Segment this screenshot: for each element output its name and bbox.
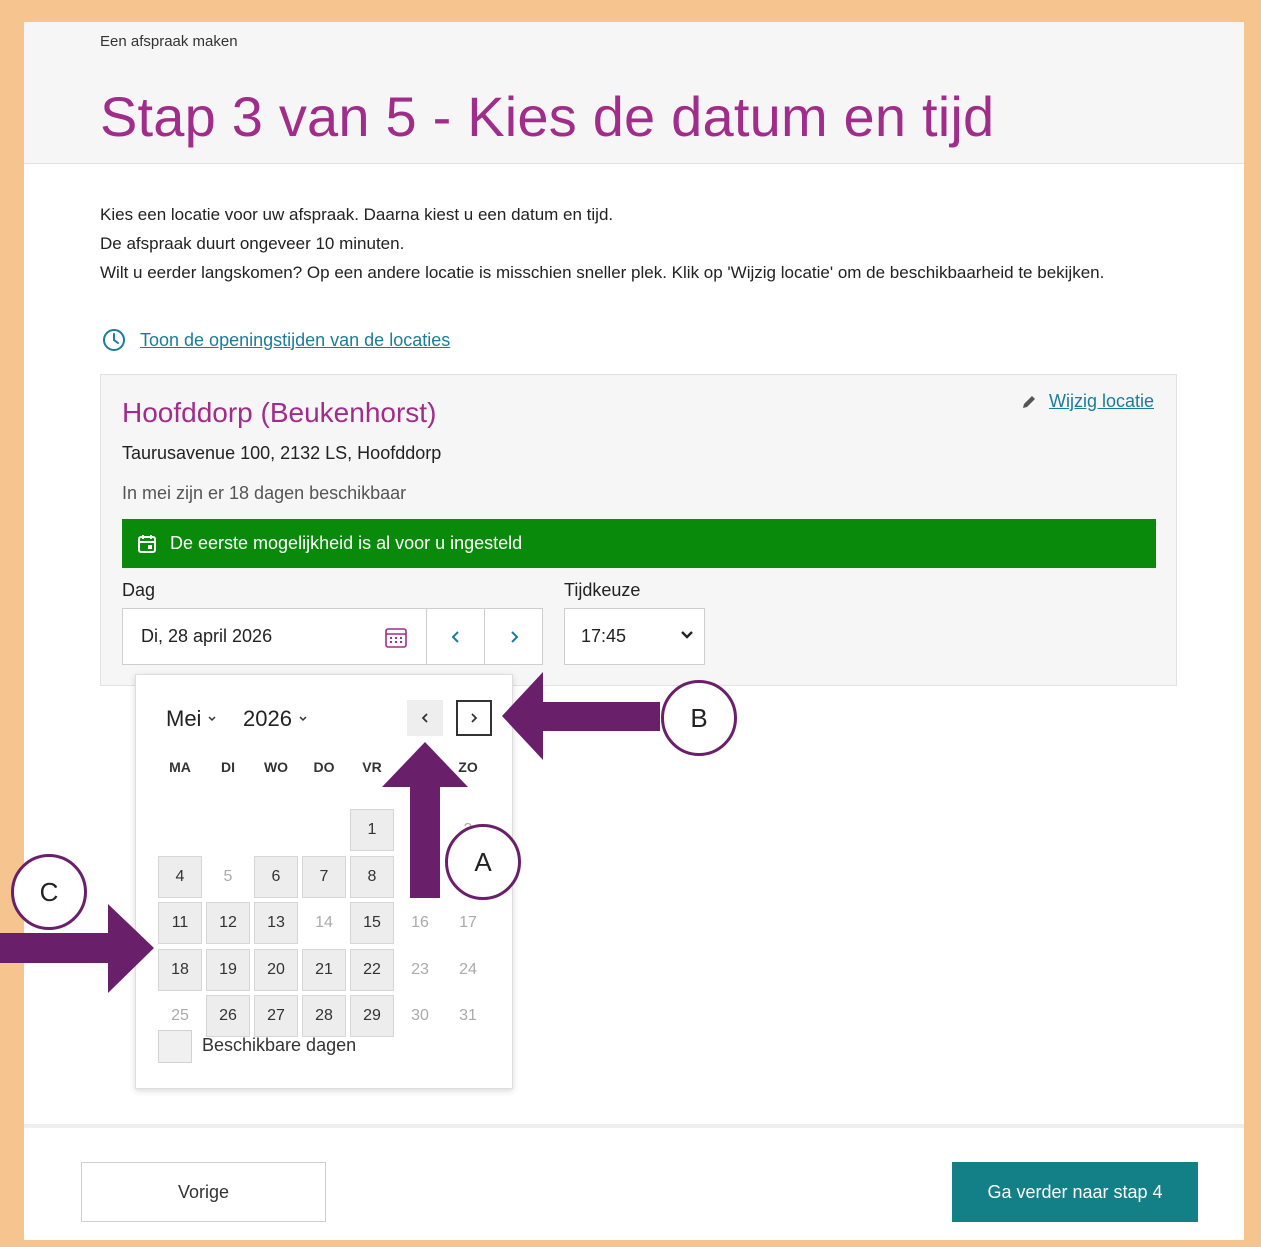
weekday-header: DI — [221, 759, 235, 775]
calendar-day-available[interactable]: 12 — [206, 902, 250, 944]
chevron-right-icon — [471, 713, 478, 723]
calendar-day-available[interactable]: 28 — [302, 995, 346, 1037]
footer-bar: Vorige Ga verder naar stap 4 — [24, 1124, 1244, 1240]
chevron-down-icon — [299, 716, 307, 722]
calendar-icon — [138, 534, 156, 553]
previous-day-button[interactable] — [426, 608, 485, 665]
intro-line: De afspraak duurt ongeveer 10 minuten. — [100, 234, 405, 253]
calendar-day-available[interactable]: 22 — [350, 949, 394, 991]
calendar-day: 14 — [315, 914, 333, 931]
opening-hours-row: Toon de openingstijden van de locaties — [102, 328, 450, 352]
month-value: Mei — [166, 706, 202, 731]
chevron-right-icon — [510, 630, 518, 643]
pencil-icon — [1022, 395, 1035, 408]
day-label: Dag — [122, 580, 156, 600]
calendar-day: 9 — [415, 868, 425, 885]
calendar-day-available[interactable]: 21 — [302, 949, 346, 991]
calendar-day-available[interactable]: 13 — [254, 902, 298, 944]
time-value: 17:45 — [581, 626, 627, 646]
calendar-day-available[interactable]: 8 — [350, 856, 394, 898]
calendar-day: 5 — [223, 868, 233, 885]
legend-label: Beschikbare dagen — [202, 1035, 357, 1055]
calendar-day-available[interactable]: 11 — [158, 902, 202, 944]
weekday-header: MA — [169, 759, 191, 775]
chevron-left-icon — [421, 713, 428, 723]
year-value: 2026 — [243, 706, 292, 731]
page-frame: Een afspraak maken Stap 3 van 5 - Kies d… — [24, 22, 1244, 1240]
previous-button[interactable]: Vorige — [81, 1162, 326, 1222]
availability-text: In mei zijn er 18 dagen beschikbaar — [122, 483, 407, 503]
calendar-day: 2 — [415, 821, 425, 838]
page-header: Een afspraak maken Stap 3 van 5 - Kies d… — [24, 22, 1244, 164]
edit-location-link[interactable]: Wijzig locatie — [1049, 391, 1154, 412]
clock-icon — [103, 329, 125, 351]
chevron-left-icon — [451, 630, 459, 643]
first-slot-banner: De eerste mogelijkheid is al voor u inge… — [122, 519, 1156, 568]
calendar-day-available[interactable]: 26 — [206, 995, 250, 1037]
time-select[interactable]: 17:45 — [564, 608, 705, 665]
next-day-button[interactable] — [484, 608, 543, 665]
annotation-marker-b: B — [661, 680, 737, 756]
calendar-day: 24 — [459, 961, 477, 978]
time-label: Tijdkeuze — [564, 580, 641, 600]
calendar-day: 31 — [459, 1007, 477, 1024]
previous-month-button[interactable] — [407, 700, 443, 736]
date-value: Di, 28 april 2026 — [141, 626, 273, 646]
location-card: Hoofddorp (Beukenhorst) Wijzig locatie T… — [100, 374, 1177, 686]
intro-line: Wilt u eerder langskomen? Op een andere … — [100, 263, 1105, 282]
location-name: Hoofddorp (Beukenhorst) — [122, 397, 437, 428]
calendar-day-available[interactable]: 7 — [302, 856, 346, 898]
calendar-day: 16 — [411, 914, 429, 931]
chevron-down-icon — [681, 631, 693, 639]
legend-swatch — [158, 1030, 192, 1063]
continue-button[interactable]: Ga verder naar stap 4 — [952, 1162, 1198, 1222]
calendar-icon[interactable] — [384, 625, 408, 649]
date-input[interactable]: Di, 28 april 2026 — [122, 608, 427, 665]
weekday-header: ZA — [410, 759, 430, 775]
banner-text: De eerste mogelijkheid is al voor u inge… — [170, 533, 523, 553]
weekday-header: ZO — [458, 759, 478, 775]
opening-hours-link[interactable]: Toon de openingstijden van de locaties — [140, 330, 450, 351]
next-month-button[interactable] — [456, 700, 492, 736]
calendar-day-available[interactable]: 20 — [254, 949, 298, 991]
year-select[interactable]: 2026 — [243, 706, 308, 732]
location-address: Taurusavenue 100, 2132 LS, Hoofddorp — [122, 443, 442, 463]
calendar-day-available[interactable]: 6 — [254, 856, 298, 898]
calendar-day: 23 — [411, 961, 429, 978]
intro-text: Kies een locatie voor uw afspraak. Daarn… — [100, 200, 1180, 287]
calendar-day-available[interactable]: 19 — [206, 949, 250, 991]
weekday-header: VR — [362, 759, 382, 775]
calendar-day: 30 — [411, 1007, 429, 1024]
month-select[interactable]: Mei — [166, 706, 217, 732]
annotation-marker-c: C — [11, 854, 87, 930]
annotation-marker-a: A — [445, 824, 521, 900]
chevron-down-icon — [208, 716, 216, 722]
calendar-day-available[interactable]: 27 — [254, 995, 298, 1037]
calendar-day-available[interactable]: 18 — [158, 949, 202, 991]
calendar-day-available[interactable]: 4 — [158, 856, 202, 898]
intro-line: Kies een locatie voor uw afspraak. Daarn… — [100, 205, 614, 224]
weekday-header: DO — [313, 759, 335, 775]
calendar-day: 17 — [459, 914, 477, 931]
weekday-header: WO — [263, 759, 289, 775]
edit-location: Wijzig locatie — [1021, 391, 1154, 412]
calendar-day-available[interactable]: 15 — [350, 902, 394, 944]
breadcrumb: Een afspraak maken — [100, 33, 238, 50]
calendar-day-available[interactable]: 1 — [350, 809, 394, 851]
calendar-day-available[interactable]: 29 — [350, 995, 394, 1037]
page-title: Stap 3 van 5 - Kies de datum en tijd — [100, 85, 995, 148]
